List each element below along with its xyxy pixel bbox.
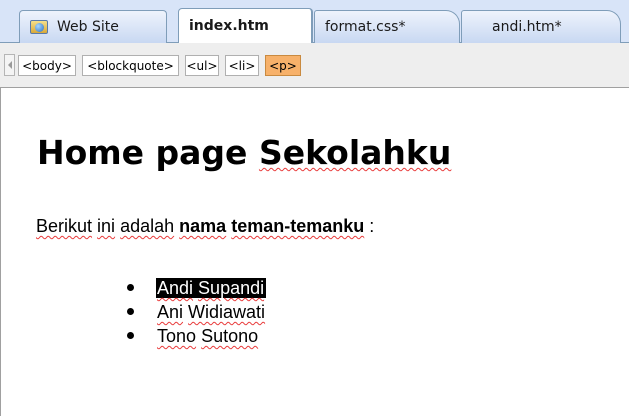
friend-first-name: Tono (157, 326, 197, 346)
intro-paragraph[interactable]: Berikut ini adalah nama teman-temanku : (36, 215, 374, 237)
tab-web-site[interactable]: Web Site (19, 10, 167, 43)
tag-selector-bar: <body> <blockquote> <ul> <li> <p> (0, 43, 629, 88)
friend-last-name: Sutono (201, 326, 259, 346)
tab-index-htm[interactable]: index.htm (178, 8, 313, 43)
intro-bold-teman-temanku: teman-temanku (231, 216, 365, 236)
scroll-left-arrow-icon (7, 61, 12, 69)
friend-name-selected: Andi Supandi (156, 278, 267, 298)
tag-li-button[interactable]: <li> (225, 55, 259, 76)
list-item[interactable]: Andi Supandi (127, 276, 267, 300)
page-heading[interactable]: Home page Sekolahku (37, 133, 451, 173)
list-item[interactable]: Tono Sutono (127, 324, 260, 348)
tag-scroll-left-button[interactable] (4, 54, 15, 76)
tag-p-button[interactable]: <p> (265, 55, 301, 76)
tag-body-button[interactable]: <body> (18, 55, 76, 76)
friend-last-name: Widiawati (188, 302, 266, 322)
intro-word-berikut: Berikut (36, 216, 93, 236)
list-item[interactable]: Ani Widiawati (127, 300, 267, 324)
bullet-icon (127, 308, 134, 315)
tag-blockquote-button[interactable]: <blockquote> (82, 55, 179, 76)
intro-word-ini: ini (97, 216, 116, 236)
friend-name: Ani Widiawati (156, 302, 267, 322)
tab-andi-htm-label: andi.htm* (492, 19, 562, 35)
intro-colon: : (369, 216, 375, 236)
website-folder-icon (30, 20, 48, 34)
tag-ul-button[interactable]: <ul> (185, 55, 219, 76)
friend-first-name: Andi (157, 278, 194, 298)
heading-text-start: Home page (37, 133, 248, 172)
design-view-editor[interactable]: Home page Sekolahku Berikut ini adalah n… (0, 88, 629, 416)
tab-format-css-label: format.css* (325, 19, 406, 35)
tab-andi-htm[interactable]: andi.htm* (461, 10, 621, 43)
tab-format-css[interactable]: format.css* (314, 10, 460, 43)
bullet-icon (127, 284, 134, 291)
intro-word-adalah: adalah (120, 216, 175, 236)
tab-index-htm-label: index.htm (189, 18, 269, 34)
bullet-icon (127, 332, 134, 339)
friend-last-name: Supandi (198, 278, 265, 298)
tab-web-site-label: Web Site (57, 19, 119, 35)
document-tab-strip: Web Site index.htm format.css* andi.htm* (0, 0, 629, 43)
friend-first-name: Ani (157, 302, 184, 322)
friend-name: Tono Sutono (156, 326, 260, 346)
heading-misspelled-word: Sekolahku (258, 133, 452, 172)
intro-bold-nama: nama (179, 216, 227, 236)
